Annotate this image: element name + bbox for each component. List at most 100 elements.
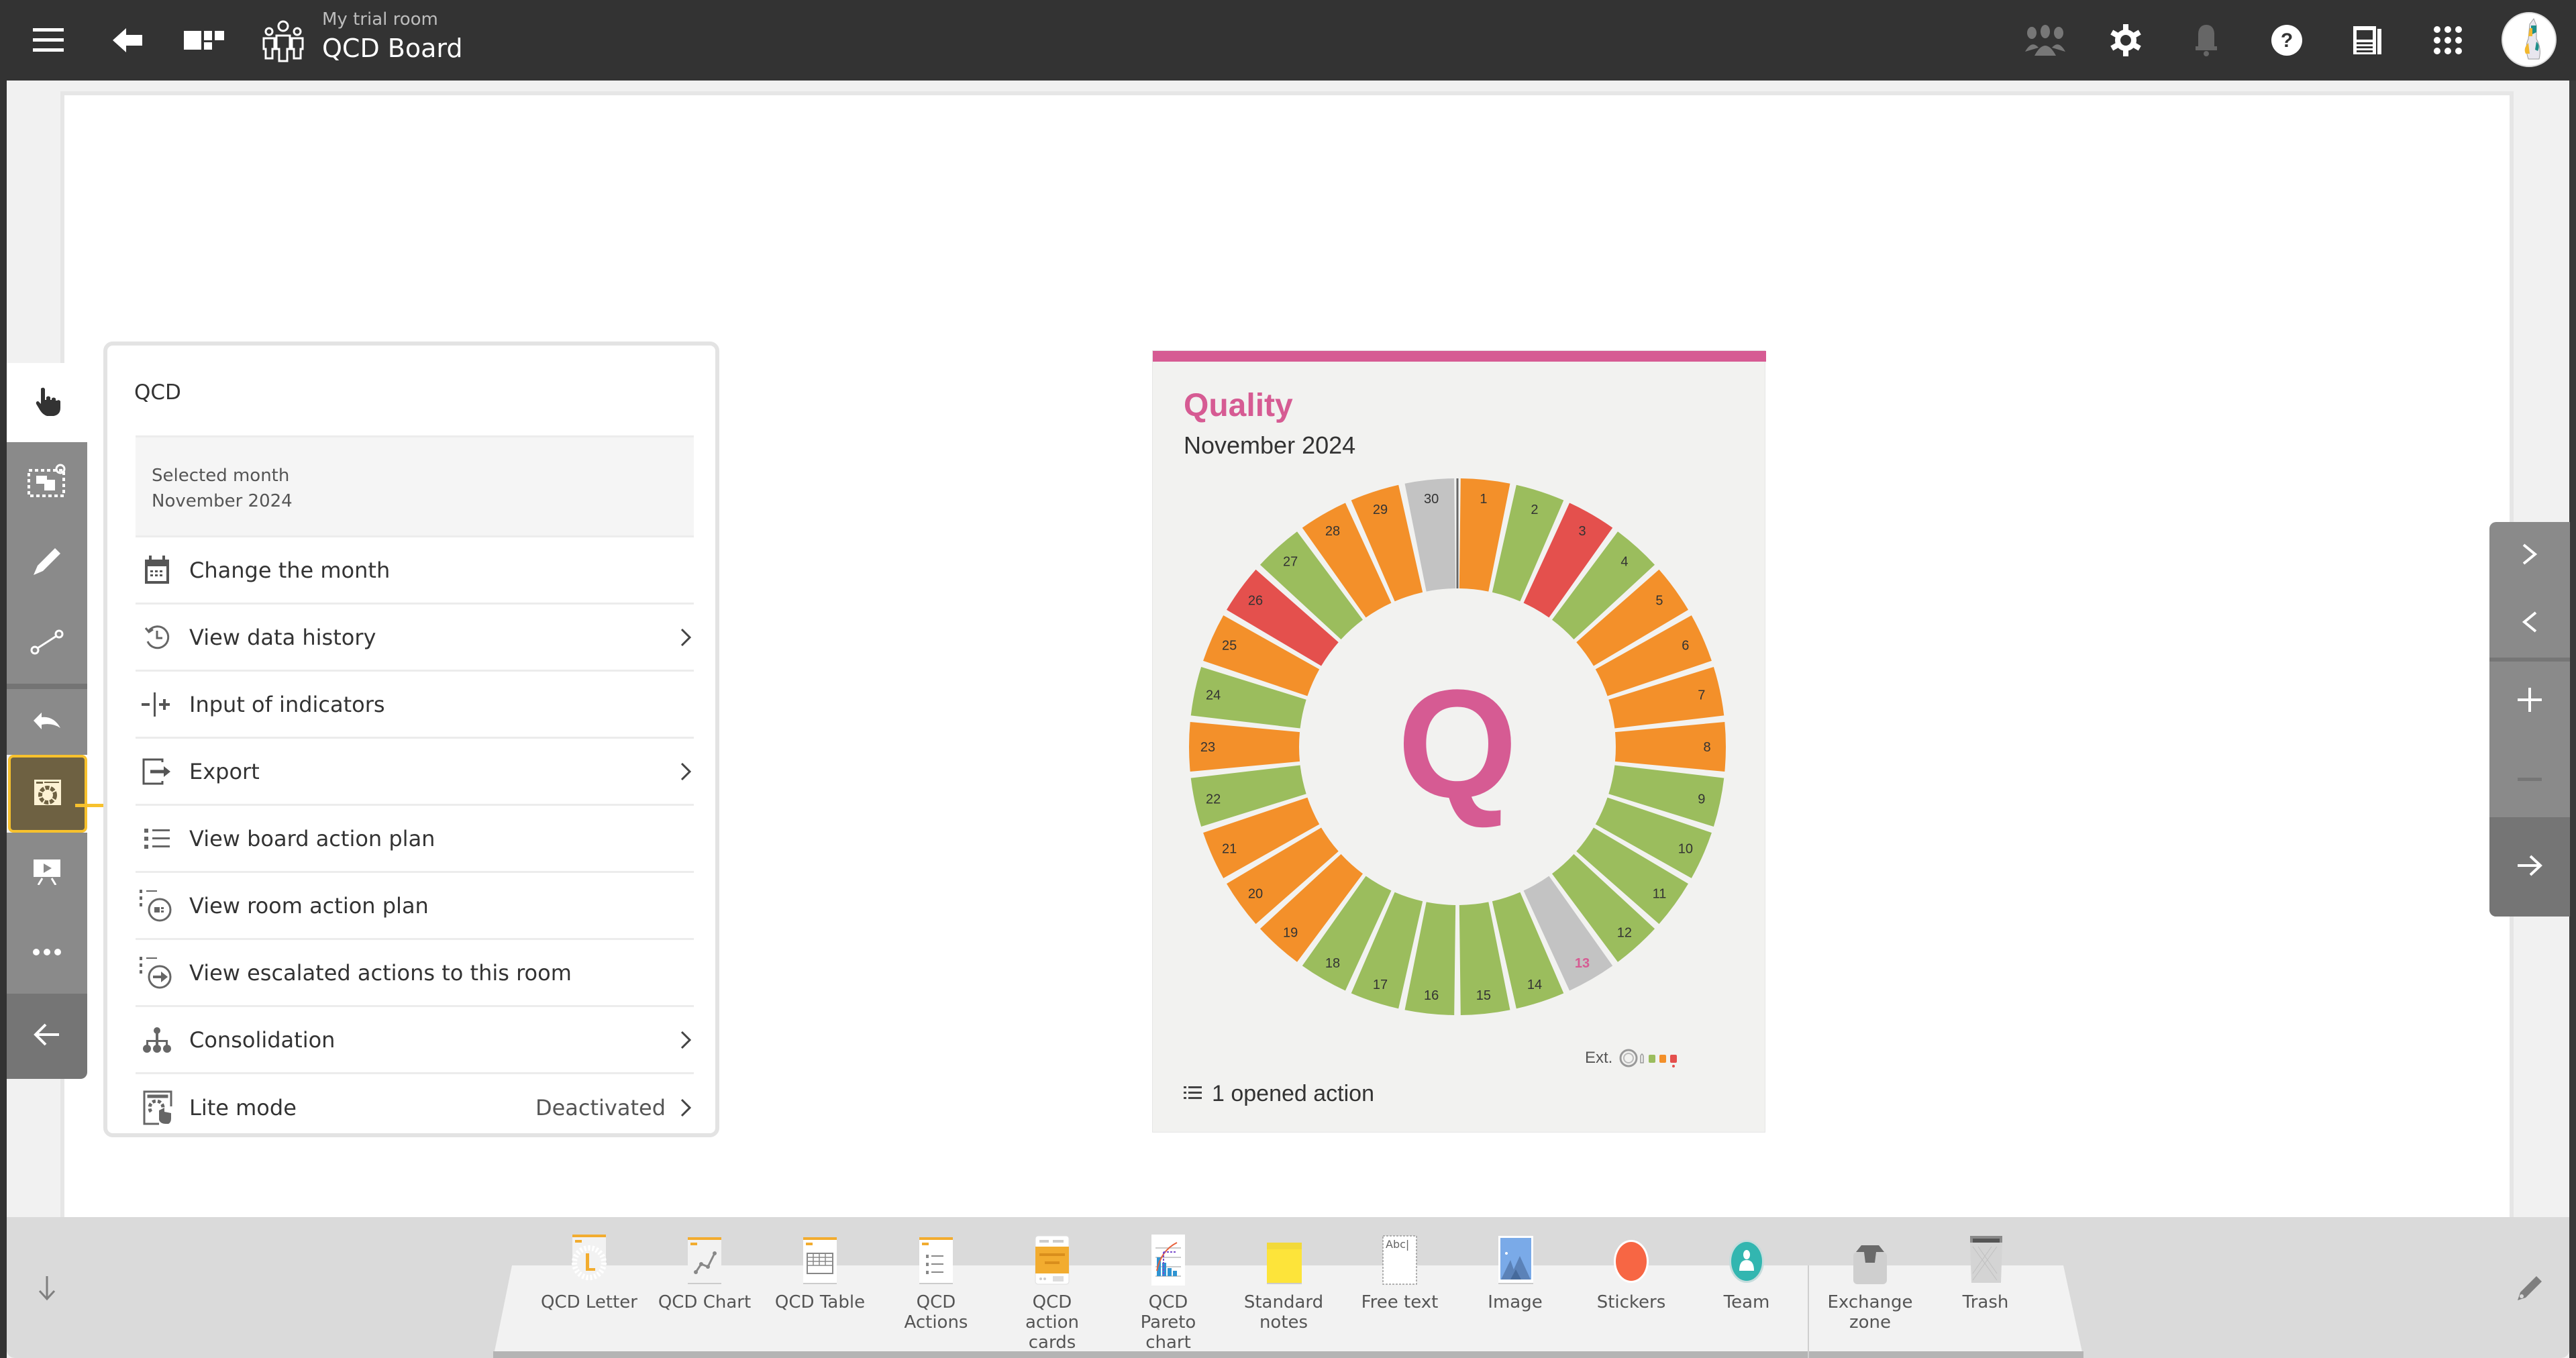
qcd-context-menu: QCD Selected month November 2024 Change … [103, 342, 719, 1137]
apps-grid-icon[interactable] [2426, 19, 2469, 62]
dock-item-qcd-actions[interactable]: QCD Actions [886, 1233, 986, 1333]
tool-qcd[interactable] [8, 755, 87, 833]
right-edge [2569, 81, 2576, 1358]
dock-item-standard-notes[interactable]: Standard notes [1233, 1233, 1334, 1333]
tool-collapse[interactable] [7, 994, 87, 1079]
tool-pointer[interactable] [7, 363, 87, 442]
menu-item-label: View data history [189, 624, 376, 650]
qcd-table-icon [793, 1233, 847, 1287]
chevron-right-icon [678, 1096, 694, 1120]
dock-item-label: QCD Pareto chart [1140, 1292, 1196, 1353]
dock-item-qcd-action-cards[interactable]: QCD action cards [1002, 1233, 1102, 1353]
edit-mode-button[interactable] [2510, 1269, 2550, 1310]
room-name[interactable]: My trial room [322, 8, 462, 31]
plus-icon [2518, 687, 2542, 715]
qcd-action-cards-icon [1025, 1233, 1079, 1287]
hand-pointer-icon [32, 386, 62, 420]
day-label: 4 [1620, 555, 1628, 570]
day-label: 6 [1682, 639, 1689, 654]
day-label: 16 [1424, 988, 1439, 1003]
day-label: 9 [1698, 792, 1705, 806]
dock-item-label: QCD action cards [1025, 1292, 1080, 1353]
menu-item-view-board-action-plan[interactable]: View board action plan [136, 806, 694, 873]
opened-actions-text: 1 opened action [1212, 1081, 1374, 1106]
arrow-left-icon [34, 1023, 60, 1049]
tool-select[interactable] [7, 442, 87, 523]
participants-icon[interactable] [2024, 19, 2067, 62]
qcd-pareto-icon [1141, 1233, 1195, 1287]
collapse-dock-button[interactable] [27, 1269, 67, 1310]
back-arrow-icon[interactable] [106, 19, 149, 62]
top-bar: My trial room QCD Board ? [0, 0, 2576, 81]
tool-connector[interactable] [7, 603, 87, 684]
svg-text:?: ? [2281, 30, 2293, 52]
qcd-actions-icon [909, 1233, 963, 1287]
dock-item-image[interactable]: Image [1465, 1233, 1565, 1312]
zoom-in-button[interactable] [2489, 662, 2570, 741]
help-icon[interactable]: ? [2265, 19, 2308, 62]
user-avatar[interactable] [2502, 12, 2557, 67]
tool-presentation[interactable] [7, 833, 87, 913]
day-label: 1 [1480, 492, 1487, 507]
legend-label: Ext. [1585, 1049, 1613, 1067]
notifications-icon[interactable] [2185, 19, 2228, 62]
dock-item-trash[interactable]: Trash [1935, 1233, 2036, 1312]
dock-item-qcd-letter[interactable]: QCD Letter [539, 1233, 639, 1312]
day-label: 18 [1325, 956, 1340, 971]
selected-month-box: Selected month November 2024 [136, 435, 694, 537]
legend-red-icon [1670, 1055, 1678, 1063]
day-label: 2 [1531, 503, 1538, 517]
next-button[interactable] [2489, 522, 2570, 589]
more-icon [32, 947, 62, 959]
dock-item-qcd-table[interactable]: QCD Table [770, 1233, 870, 1312]
menu-item-label: View escalated actions to this room [189, 959, 572, 986]
news-icon[interactable] [2346, 19, 2389, 62]
board-title-block: My trial room QCD Board [322, 8, 462, 66]
tool-undo[interactable] [7, 689, 87, 755]
opened-actions-link[interactable]: 1 opened action [1184, 1081, 1374, 1107]
menu-item-view-escalated-actions[interactable]: View escalated actions to this room [136, 940, 694, 1007]
day-label: 8 [1703, 740, 1710, 755]
chevron-left-icon [2522, 611, 2538, 637]
chevron-right-icon [678, 1028, 694, 1052]
svg-text:Abc|: Abc| [1386, 1238, 1409, 1251]
menu-item-view-room-action-plan[interactable]: View room action plan [136, 873, 694, 940]
tool-more[interactable] [7, 913, 87, 994]
dock-item-team[interactable]: Team [1696, 1233, 1797, 1312]
card-accent-bar [1153, 351, 1766, 362]
menu-item-label: View room action plan [189, 892, 429, 919]
go-forward-button[interactable] [2489, 817, 2570, 917]
dock-item-qcd-pareto-chart[interactable]: QCD Pareto chart [1118, 1233, 1219, 1353]
board-name[interactable]: QCD Board [322, 31, 462, 66]
dock-item-exchange-zone[interactable]: Exchange zone [1820, 1233, 1920, 1333]
dock-item-label: Image [1488, 1292, 1543, 1312]
dock-item-free-text[interactable]: Abc| Free text [1349, 1233, 1450, 1312]
left-toolbar [7, 363, 87, 1079]
menu-item-consolidation[interactable]: Consolidation [136, 1007, 694, 1074]
menu-item-view-data-history[interactable]: View data history [136, 605, 694, 672]
day-label: 21 [1222, 841, 1237, 856]
menu-item-input-indicators[interactable]: Input of indicators [136, 672, 694, 739]
qcd-letter-card[interactable]: Quality November 2024 1 2 3 4 5 6 7 8 9 10 11 12 13 1… [1152, 350, 1766, 1133]
dock-item-qcd-chart[interactable]: QCD Chart [654, 1233, 755, 1312]
day-label: 29 [1373, 503, 1388, 517]
day-label: 10 [1678, 841, 1693, 856]
menu-item-export[interactable]: Export [136, 739, 694, 806]
action-list-icon [138, 820, 176, 857]
menu-item-lite-mode[interactable]: Lite mode Deactivated [136, 1074, 694, 1141]
board-layout-icon[interactable] [183, 19, 225, 62]
connector-icon [30, 629, 64, 659]
previous-button[interactable] [2489, 589, 2570, 658]
menu-icon[interactable] [27, 19, 70, 62]
dock-item-stickers[interactable]: Stickers [1581, 1233, 1682, 1312]
legend-status-icons [1619, 1049, 1678, 1067]
arrow-down-icon [38, 1275, 56, 1305]
zoom-out-button[interactable] [2489, 741, 2570, 817]
day-label: 28 [1325, 524, 1340, 539]
card-legend: Ext. [1585, 1045, 1686, 1072]
tool-draw[interactable] [7, 523, 87, 603]
menu-item-change-month[interactable]: Change the month [136, 537, 694, 605]
settings-icon[interactable] [2104, 19, 2147, 62]
toolbar-divider [7, 684, 87, 689]
menu-item-label: View board action plan [189, 825, 435, 851]
